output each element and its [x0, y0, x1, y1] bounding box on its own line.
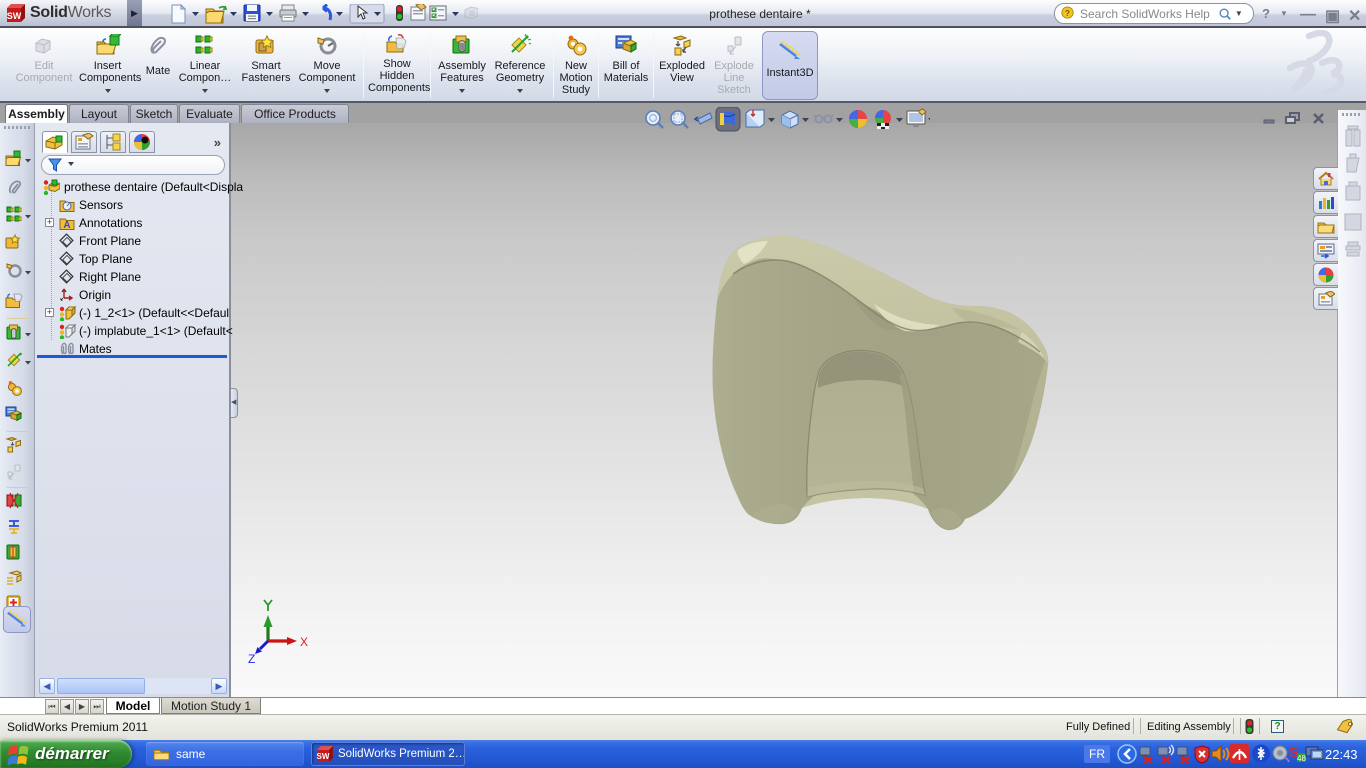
- svg-text:SW: SW: [317, 752, 330, 761]
- svg-text:?: ?: [1065, 8, 1070, 18]
- svg-text:A: A: [63, 220, 70, 231]
- svg-text:SW: SW: [7, 11, 22, 21]
- svg-text:Z: Z: [248, 652, 255, 665]
- svg-text:X: X: [300, 635, 308, 649]
- svg-text:48: 48: [1297, 754, 1306, 763]
